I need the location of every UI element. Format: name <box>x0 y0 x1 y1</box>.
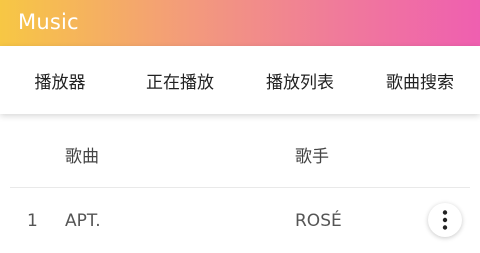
table-header-row: 歌曲 歌手 <box>0 114 480 187</box>
music-app: Music 播放器 正在播放 播放列表 歌曲搜索 歌曲 歌手 1 APT. RO… <box>0 0 480 253</box>
more-vertical-icon <box>442 210 448 230</box>
row-artist: ROSÉ <box>295 211 342 231</box>
table-row[interactable]: 1 APT. ROSÉ <box>0 188 480 253</box>
playlist-table: 歌曲 歌手 1 APT. ROSÉ <box>0 114 480 253</box>
column-header-artist: 歌手 <box>295 147 329 167</box>
app-header: Music <box>0 0 480 46</box>
more-options-button[interactable] <box>428 203 462 237</box>
tab-bar: 播放器 正在播放 播放列表 歌曲搜索 <box>0 46 480 114</box>
tab-now-playing[interactable]: 正在播放 <box>120 68 240 93</box>
tab-song-search[interactable]: 歌曲搜索 <box>360 68 480 93</box>
app-title: Music <box>18 10 79 34</box>
column-header-song: 歌曲 <box>65 147 99 167</box>
tab-player[interactable]: 播放器 <box>0 68 120 93</box>
row-index: 1 <box>27 211 38 231</box>
row-song-title: APT. <box>65 211 101 231</box>
tab-playlist[interactable]: 播放列表 <box>240 68 360 93</box>
